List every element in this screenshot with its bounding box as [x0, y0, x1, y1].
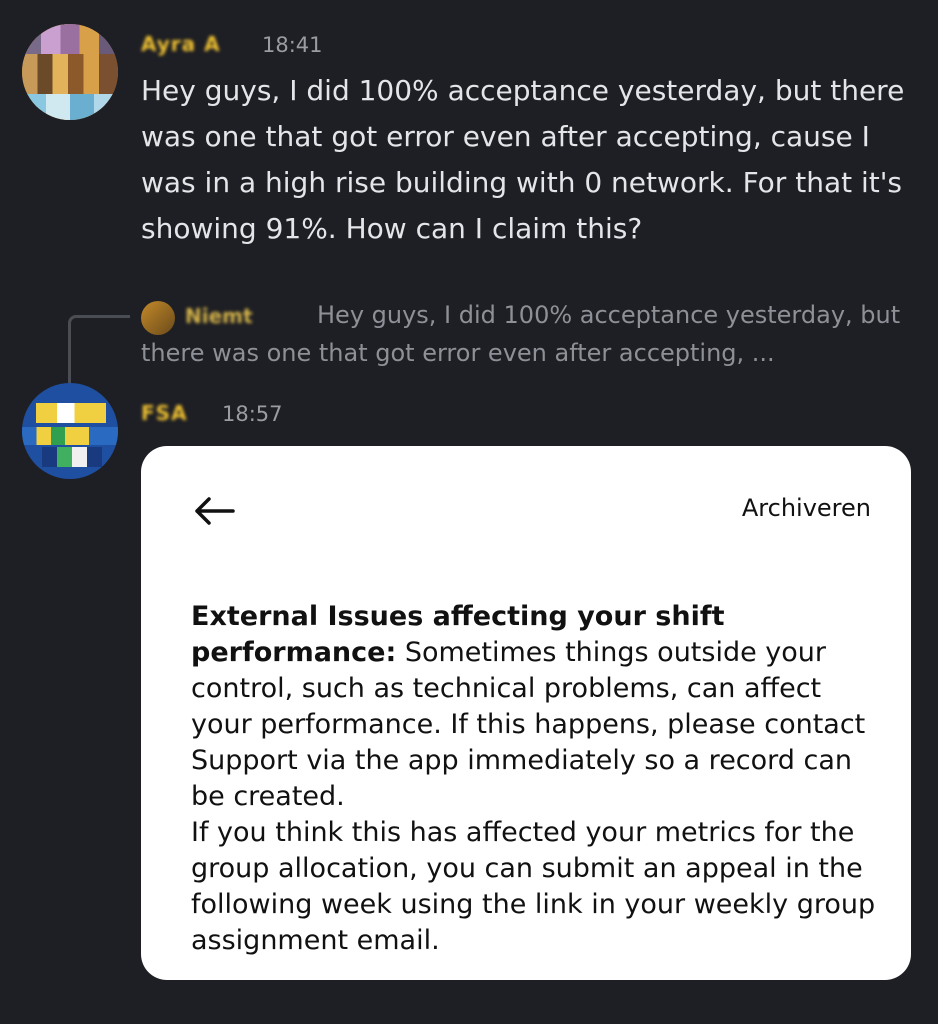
back-arrow-icon[interactable]	[193, 496, 235, 526]
reply-preview-text: Hey guys, I did 100% acceptance yesterda…	[141, 301, 901, 367]
avatar[interactable]	[22, 24, 118, 120]
avatar[interactable]	[22, 383, 118, 479]
archive-button[interactable]: Archiveren	[742, 494, 871, 522]
card-body: External Issues affecting your shift per…	[191, 599, 881, 959]
reply-connector-line	[68, 315, 130, 383]
card-paragraph-2: If you think this has affected your metr…	[191, 817, 876, 956]
timestamp: 18:57	[222, 402, 283, 426]
username[interactable]: Ayra A	[141, 32, 241, 56]
timestamp: 18:41	[262, 33, 323, 57]
reply-preview[interactable]: Hey guys, I did 100% acceptance yesterda…	[141, 296, 911, 372]
message-text: Hey guys, I did 100% acceptance yesterda…	[141, 74, 905, 245]
embedded-image-card[interactable]: Archiveren External Issues affecting you…	[141, 446, 911, 980]
username[interactable]: FSA	[141, 401, 205, 425]
